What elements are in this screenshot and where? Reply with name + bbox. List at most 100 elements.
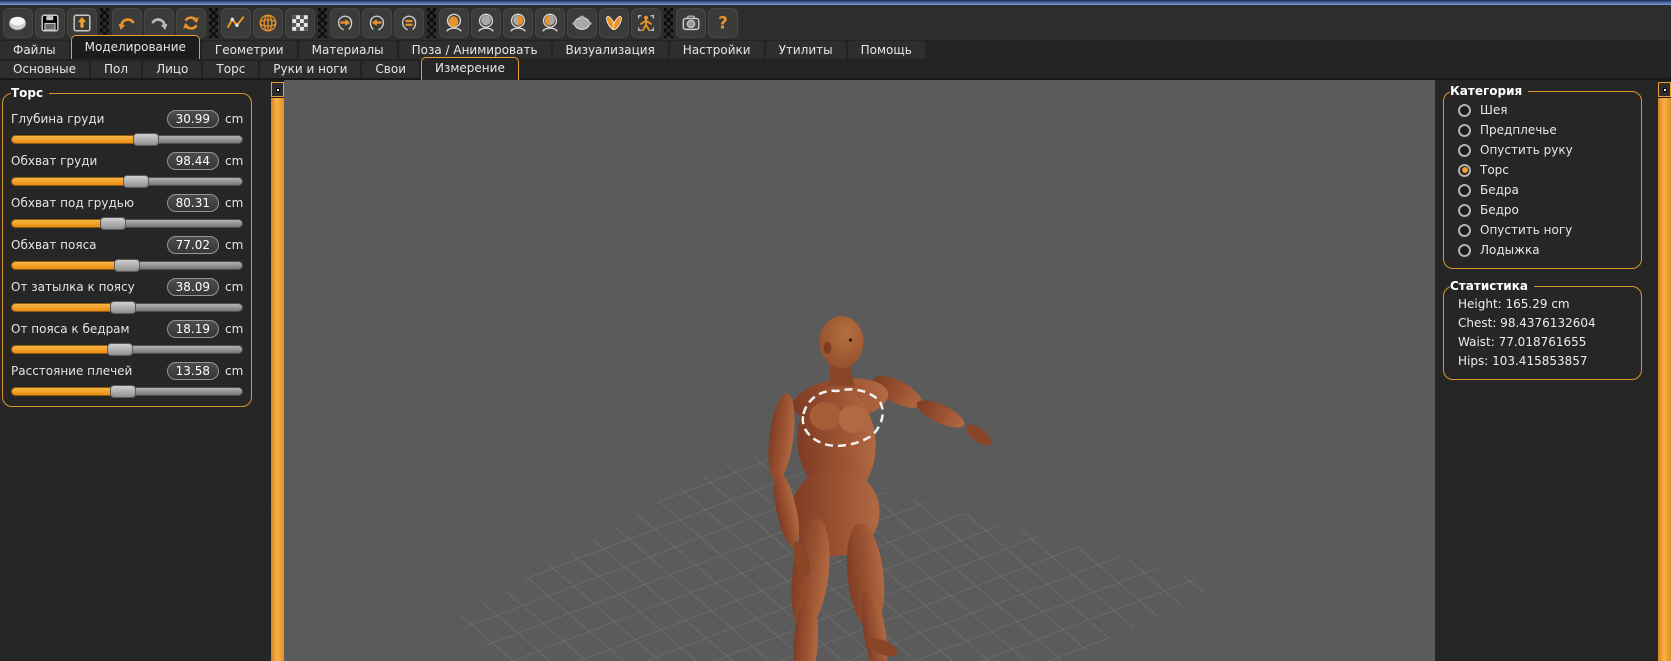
main-tab-bar: Файлы Моделирование Геометрии Материалы … <box>0 35 1671 59</box>
slider-track[interactable] <box>11 301 243 314</box>
subtab-measure[interactable]: Измерение <box>421 57 519 80</box>
radio-label: Опустить руку <box>1480 143 1573 157</box>
head-back-icon <box>478 13 494 32</box>
slider-track[interactable] <box>11 217 243 230</box>
tab-utilities[interactable]: Утилиты <box>765 41 846 59</box>
slider-thumb[interactable] <box>123 175 150 188</box>
subtab-main[interactable]: Основные <box>0 61 90 78</box>
camera-button[interactable] <box>676 7 706 38</box>
background-button[interactable] <box>285 7 315 38</box>
slider-thumb[interactable] <box>132 133 159 146</box>
svg-text:?: ? <box>718 13 728 32</box>
radio-icon[interactable] <box>1458 243 1471 257</box>
redo-button[interactable] <box>144 7 174 38</box>
side-view-left-button[interactable] <box>535 7 565 38</box>
radio-option[interactable]: Шея <box>1458 100 1635 120</box>
slider-track[interactable] <box>11 175 243 188</box>
radio-icon[interactable] <box>1458 203 1471 217</box>
top-view-button[interactable] <box>567 7 597 38</box>
slider-track[interactable] <box>11 259 243 272</box>
tab-help[interactable]: Помощь <box>847 41 925 59</box>
help-icon: ? <box>718 13 728 32</box>
slider-value[interactable]: 30.99 <box>166 110 219 128</box>
slider-track[interactable] <box>11 385 243 398</box>
wireframe-globe-button[interactable] <box>253 7 283 38</box>
side-view-left-icon <box>542 13 558 32</box>
slider-track[interactable] <box>11 343 243 356</box>
slider-fill <box>11 343 134 356</box>
radio-option[interactable]: Предплечье <box>1458 120 1635 140</box>
side-view-right-button[interactable] <box>503 7 533 38</box>
radio-option[interactable]: Опустить ногу <box>1458 220 1635 240</box>
subtab-custom[interactable]: Свои <box>362 61 419 78</box>
splitter-bar[interactable] <box>271 98 284 661</box>
slider-thumb[interactable] <box>100 217 127 230</box>
radio-icon[interactable] <box>1458 163 1471 177</box>
reset-button[interactable] <box>176 7 206 38</box>
radio-option[interactable]: Торс <box>1458 160 1635 180</box>
category-groupbox: Категория Шея Предплечье Опустить руку Т… <box>1443 84 1642 269</box>
radio-option[interactable]: Лодыжка <box>1458 240 1635 260</box>
rotate-right-button[interactable] <box>330 7 360 38</box>
slider-label: От пояса к бедрам <box>11 322 130 336</box>
slider-track[interactable] <box>11 133 243 146</box>
scrollbar-bar[interactable] <box>1658 98 1671 661</box>
toolbar: ? <box>0 5 1671 40</box>
head-back-button[interactable] <box>471 7 501 38</box>
right-panel-scrollbar[interactable] <box>1658 80 1671 661</box>
radio-option[interactable]: Бедро <box>1458 200 1635 220</box>
radio-option[interactable]: Бедра <box>1458 180 1635 200</box>
modelling-button[interactable] <box>221 7 251 38</box>
subtab-torso[interactable]: Торс <box>203 61 259 78</box>
save-button[interactable] <box>35 7 65 38</box>
radio-label: Торс <box>1480 163 1509 177</box>
undo-button[interactable] <box>112 7 142 38</box>
help-button[interactable]: ? <box>708 7 738 38</box>
radio-icon[interactable] <box>1458 183 1471 197</box>
slider-thumb[interactable] <box>114 259 141 272</box>
load-icon <box>73 13 91 32</box>
tab-settings[interactable]: Настройки <box>669 41 764 59</box>
tab-files[interactable]: Файлы <box>0 41 69 59</box>
slider-value[interactable]: 13.58 <box>166 362 219 380</box>
slider-thumb[interactable] <box>109 301 136 314</box>
subtab-gender[interactable]: Пол <box>91 61 142 78</box>
load-button[interactable] <box>67 7 97 38</box>
radio-icon[interactable] <box>1458 223 1471 237</box>
slider-value[interactable]: 38.09 <box>166 278 219 296</box>
rotate-right-icon <box>337 15 353 30</box>
scrollbar-handle-button[interactable] <box>1658 82 1671 97</box>
slider-unit: cm <box>225 154 244 168</box>
radio-icon[interactable] <box>1458 103 1471 117</box>
slider-thumb[interactable] <box>109 385 136 398</box>
slider-value[interactable]: 98.44 <box>166 152 219 170</box>
slider-row: Обхват под грудью 80.31 cm <box>11 193 243 230</box>
radio-option[interactable]: Опустить руку <box>1458 140 1635 160</box>
makehuman-window: ? Файлы Моделирование Геометрии Материал… <box>0 0 1671 661</box>
radio-icon[interactable] <box>1458 123 1471 137</box>
body-view-button[interactable] <box>631 7 661 38</box>
tab-rendering[interactable]: Визуализация <box>552 41 668 59</box>
tab-materials[interactable]: Материалы <box>298 41 397 59</box>
statistics-group-title: Статистика <box>1450 279 1528 293</box>
slider-value[interactable]: 77.02 <box>166 236 219 254</box>
radio-icon[interactable] <box>1458 143 1471 157</box>
slider-value[interactable]: 18.19 <box>166 320 219 338</box>
slider-thumb[interactable] <box>107 343 134 356</box>
subtab-arms-legs[interactable]: Руки и ноги <box>260 61 361 78</box>
slider-value[interactable]: 80.31 <box>166 194 219 212</box>
face-view-button[interactable] <box>439 7 469 38</box>
left-splitter-scrollbar[interactable] <box>271 80 284 661</box>
rotate-left-button[interactable] <box>362 7 392 38</box>
subtab-face[interactable]: Лицо <box>143 61 202 78</box>
face-view-icon <box>446 13 462 32</box>
feet-button[interactable] <box>599 7 629 38</box>
viewport-3d[interactable] <box>284 80 1435 661</box>
front-view-button[interactable] <box>394 7 424 38</box>
slider-fill <box>11 259 141 272</box>
tab-geometries[interactable]: Геометрии <box>201 41 297 59</box>
slider-fill <box>11 217 127 230</box>
mesh-button[interactable] <box>3 7 33 38</box>
splitter-handle-button[interactable] <box>271 82 284 97</box>
tab-modelling[interactable]: Моделирование <box>70 35 200 59</box>
